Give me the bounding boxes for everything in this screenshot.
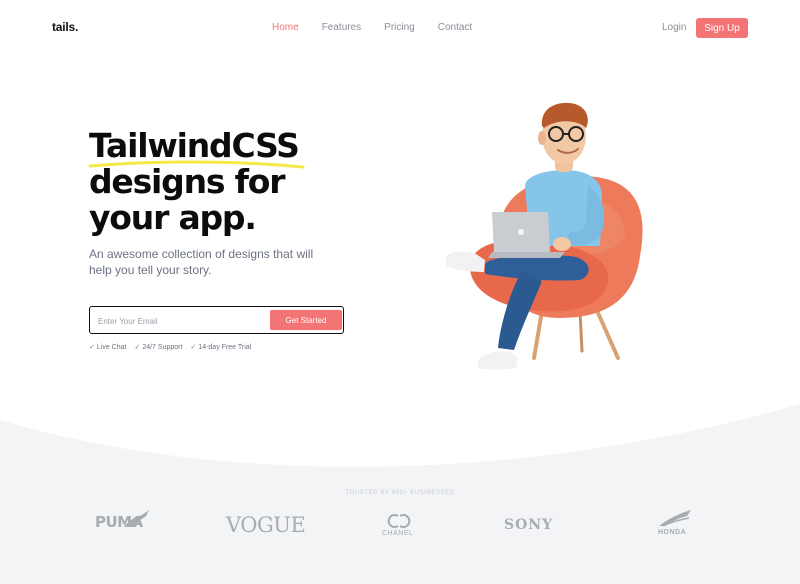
feature-item: ✓ Live Chat <box>89 343 126 351</box>
feature-item: ✓ 24/7 Support <box>134 343 182 351</box>
hero-subtitle: An awesome collection of designs that wi… <box>89 247 314 277</box>
hero-illustration <box>446 102 643 370</box>
get-started-button[interactable]: Get Started <box>270 310 342 330</box>
login-link[interactable]: Login <box>662 22 686 33</box>
puma-cat-icon <box>124 510 149 527</box>
main-nav: Home Features Pricing Contact <box>272 22 472 33</box>
email-input[interactable] <box>96 312 265 330</box>
hero-title-line-1: TailwindCSS <box>89 126 300 165</box>
brand-logo-honda: HONDA <box>658 529 687 536</box>
hero-title: TailwindCSS designs for your app. <box>89 128 329 236</box>
check-icon: ✓ <box>89 344 95 351</box>
hero-title-line-2: designs for <box>89 162 286 201</box>
site-header: tails. Home Features Pricing Contact Log… <box>0 0 800 56</box>
feature-item: ✓ 14-day Free Trial <box>190 343 251 351</box>
honda-wing-icon <box>659 510 691 527</box>
brand-logo-chanel: CHANEL <box>382 530 414 537</box>
nav-link-features[interactable]: Features <box>322 22 361 33</box>
feature-label: 24/7 Support <box>142 344 183 351</box>
nav-link-home[interactable]: Home <box>272 22 299 33</box>
signup-button[interactable]: Sign Up <box>696 18 748 38</box>
check-icon: ✓ <box>190 344 197 351</box>
feature-label: 14-day Free Trial <box>198 344 252 351</box>
brand-logo-sony: SONY <box>504 517 554 533</box>
brand-logos: PUMA VOGUE CHANEL SONY HONDA <box>0 505 800 545</box>
site-logo[interactable]: tails. <box>52 20 78 34</box>
email-signup-form: Get Started <box>89 306 344 334</box>
feature-label: Live Chat <box>96 344 127 351</box>
brand-logo-vogue: VOGUE <box>226 513 306 537</box>
nav-link-contact[interactable]: Contact <box>438 22 472 33</box>
chanel-cc-icon <box>387 514 411 528</box>
nav-link-pricing[interactable]: Pricing <box>384 22 415 33</box>
trusted-heading: TRUSTED BY 400+ BUSINESSES <box>345 490 455 496</box>
feature-list: ✓ Live Chat ✓ 24/7 Support ✓ 14-day Free Tr… <box>89 343 251 351</box>
check-icon: ✓ <box>134 344 141 351</box>
hero-title-line-3: your app. <box>89 198 257 237</box>
